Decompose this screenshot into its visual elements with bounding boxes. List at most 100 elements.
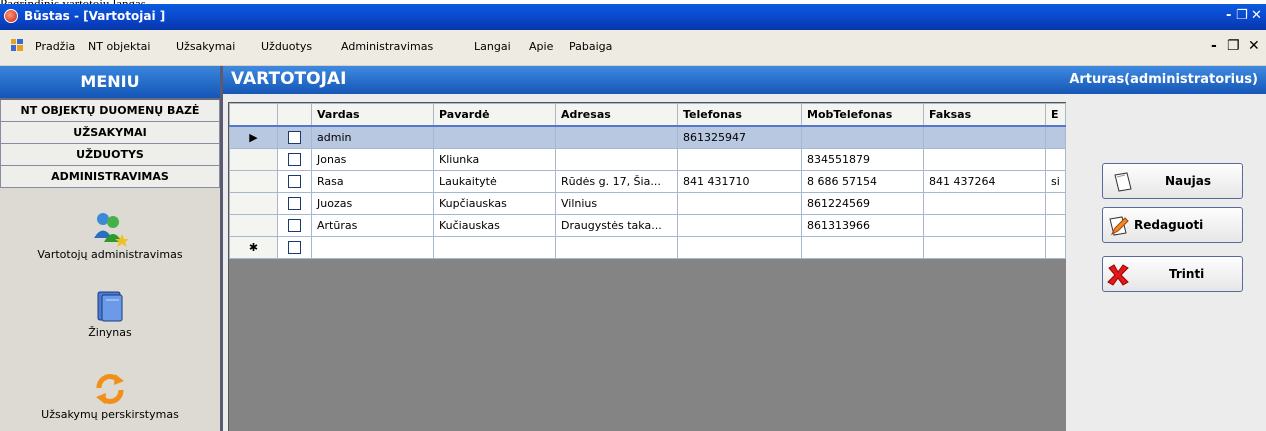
- menu-apie[interactable]: Apie: [529, 40, 553, 53]
- row-checkbox-cell[interactable]: [277, 214, 312, 237]
- menu-pabaiga[interactable]: Pabaiga: [569, 40, 612, 53]
- menu-uzduotys[interactable]: Užduotys: [261, 40, 312, 53]
- mdi-minimize-button[interactable]: -: [1211, 38, 1217, 54]
- cell-faksas[interactable]: [923, 214, 1046, 237]
- cell-mobtelefonas[interactable]: 861224569: [801, 192, 924, 215]
- cell-adresas[interactable]: [555, 125, 678, 149]
- delete-user-button[interactable]: Trinti: [1102, 256, 1243, 292]
- restore-button[interactable]: ❐: [1236, 8, 1248, 23]
- cell-vardas[interactable]: Juozas: [311, 192, 434, 215]
- mdi-window-icon[interactable]: [11, 39, 23, 51]
- table-row[interactable]: Jonas Kliunka 834551879: [229, 148, 1066, 171]
- cell-adresas[interactable]: Rūdės g. 17, Šia...: [555, 170, 678, 193]
- cell-telefonas[interactable]: 841 431710: [677, 170, 802, 193]
- edit-user-button[interactable]: Redaguoti: [1102, 207, 1243, 243]
- cell-mobtelefonas[interactable]: 861313966: [801, 214, 924, 237]
- column-vardas[interactable]: Vardas: [311, 103, 434, 127]
- row-checkbox-cell[interactable]: [277, 125, 312, 149]
- edit-user-label: Redaguoti: [1134, 218, 1204, 232]
- cell-e[interactable]: si: [1045, 170, 1066, 193]
- row-checkbox[interactable]: [288, 219, 301, 233]
- cell-pavarde[interactable]: [433, 125, 556, 149]
- menu-pradzia[interactable]: Pradžia: [35, 40, 75, 53]
- users-grid[interactable]: Vardas Pavardė Adresas Telefonas MobTele…: [228, 102, 1068, 431]
- column-adresas[interactable]: Adresas: [555, 103, 678, 127]
- cell-pavarde[interactable]: Kupčiauskas: [433, 192, 556, 215]
- cell-faksas[interactable]: [923, 192, 1046, 215]
- table-row[interactable]: ▶ admin 861325947: [229, 125, 1066, 149]
- cell-vardas[interactable]: Rasa: [311, 170, 434, 193]
- cell-telefonas[interactable]: [677, 214, 802, 237]
- cell-vardas[interactable]: Jonas: [311, 148, 434, 171]
- section-uzsakymai[interactable]: UŽSAKYMAI: [0, 122, 220, 144]
- row-checkbox-cell[interactable]: [277, 170, 312, 193]
- cell-faksas[interactable]: [923, 148, 1046, 171]
- row-checkbox[interactable]: [288, 241, 301, 255]
- launcher-zinynas[interactable]: Žinynas: [0, 288, 220, 339]
- table-row[interactable]: Rasa Laukaitytė Rūdės g. 17, Šia... 841 …: [229, 170, 1066, 193]
- row-checkbox[interactable]: [288, 175, 301, 189]
- cell-vardas[interactable]: [311, 236, 434, 259]
- cell-faksas[interactable]: [923, 236, 1046, 259]
- cell-e[interactable]: [1045, 236, 1066, 259]
- content-header: VARTOTOJAI Arturas(administratorius): [223, 66, 1266, 94]
- cell-pavarde[interactable]: Kučiauskas: [433, 214, 556, 237]
- mdi-restore-button[interactable]: ❐: [1227, 38, 1240, 54]
- cell-faksas[interactable]: [923, 125, 1046, 149]
- app-icon: [4, 9, 18, 23]
- cell-mobtelefonas[interactable]: 8 686 57154: [801, 170, 924, 193]
- minimize-button[interactable]: -: [1226, 8, 1231, 23]
- table-row[interactable]: Juozas Kupčiauskas Vilnius 861224569: [229, 192, 1066, 215]
- cell-pavarde[interactable]: [433, 236, 556, 259]
- menu-langai[interactable]: Langai: [474, 40, 511, 53]
- cell-adresas[interactable]: Vilnius: [555, 192, 678, 215]
- cell-faksas[interactable]: 841 437264: [923, 170, 1046, 193]
- section-administravimas[interactable]: ADMINISTRAVIMAS: [0, 166, 220, 188]
- column-mobtelefonas[interactable]: MobTelefonas: [801, 103, 924, 127]
- mdi-close-button[interactable]: ✕: [1248, 38, 1260, 54]
- section-uzduotys[interactable]: UŽDUOTYS: [0, 144, 220, 166]
- menu-uzsakymai[interactable]: Užsakymai: [176, 40, 235, 53]
- column-telefonas[interactable]: Telefonas: [677, 103, 802, 127]
- application-window: Būstas - [Vartotojai ] - ❐ ✕ Pradžia NT …: [0, 4, 1266, 431]
- new-row-indicator: ✱: [229, 236, 278, 259]
- row-checkbox[interactable]: [288, 153, 301, 167]
- new-user-button[interactable]: Naujas: [1102, 163, 1243, 199]
- cell-e[interactable]: [1045, 125, 1066, 149]
- column-faksas[interactable]: Faksas: [923, 103, 1046, 127]
- cell-telefonas[interactable]: [677, 148, 802, 171]
- menu-nt-objektai[interactable]: NT objektai: [88, 40, 150, 53]
- launcher-vartotoju-administravimas[interactable]: Vartotojų administravimas: [0, 210, 220, 261]
- cell-mobtelefonas[interactable]: [801, 236, 924, 259]
- column-pavarde[interactable]: Pavardė: [433, 103, 556, 127]
- row-checkbox-cell[interactable]: [277, 192, 312, 215]
- cell-telefonas[interactable]: [677, 192, 802, 215]
- cell-pavarde[interactable]: Laukaitytė: [433, 170, 556, 193]
- new-row[interactable]: ✱: [229, 236, 1066, 259]
- section-nt-objektu-duomenu-baze[interactable]: NT OBJEKTŲ DUOMENŲ BAZĖ: [0, 100, 220, 122]
- cell-adresas[interactable]: [555, 148, 678, 171]
- close-button[interactable]: ✕: [1251, 8, 1262, 23]
- cell-adresas[interactable]: Draugystės taka...: [555, 214, 678, 237]
- row-checkbox-cell[interactable]: [277, 236, 312, 259]
- cell-vardas[interactable]: admin: [311, 125, 434, 149]
- cell-mobtelefonas[interactable]: 834551879: [801, 148, 924, 171]
- row-checkbox[interactable]: [288, 131, 301, 145]
- cell-vardas[interactable]: Artūras: [311, 214, 434, 237]
- row-checkbox-cell[interactable]: [277, 148, 312, 171]
- menu-administravimas[interactable]: Administravimas: [341, 40, 433, 53]
- cell-pavarde[interactable]: Kliunka: [433, 148, 556, 171]
- column-e[interactable]: E: [1045, 103, 1066, 127]
- table-row[interactable]: Artūras Kučiauskas Draugystės taka... 86…: [229, 214, 1066, 237]
- cell-e[interactable]: [1045, 192, 1066, 215]
- row-checkbox[interactable]: [288, 197, 301, 211]
- cell-e[interactable]: [1045, 214, 1066, 237]
- cell-adresas[interactable]: [555, 236, 678, 259]
- launcher-uzsakymu-perskirstymas[interactable]: Užsakymų perskirstymas: [0, 370, 220, 421]
- edit-pencil-icon: [1109, 216, 1129, 236]
- cell-e[interactable]: [1045, 148, 1066, 171]
- row-indicator: [229, 148, 278, 171]
- cell-telefonas[interactable]: [677, 236, 802, 259]
- cell-mobtelefonas[interactable]: [801, 125, 924, 149]
- cell-telefonas[interactable]: 861325947: [677, 125, 802, 149]
